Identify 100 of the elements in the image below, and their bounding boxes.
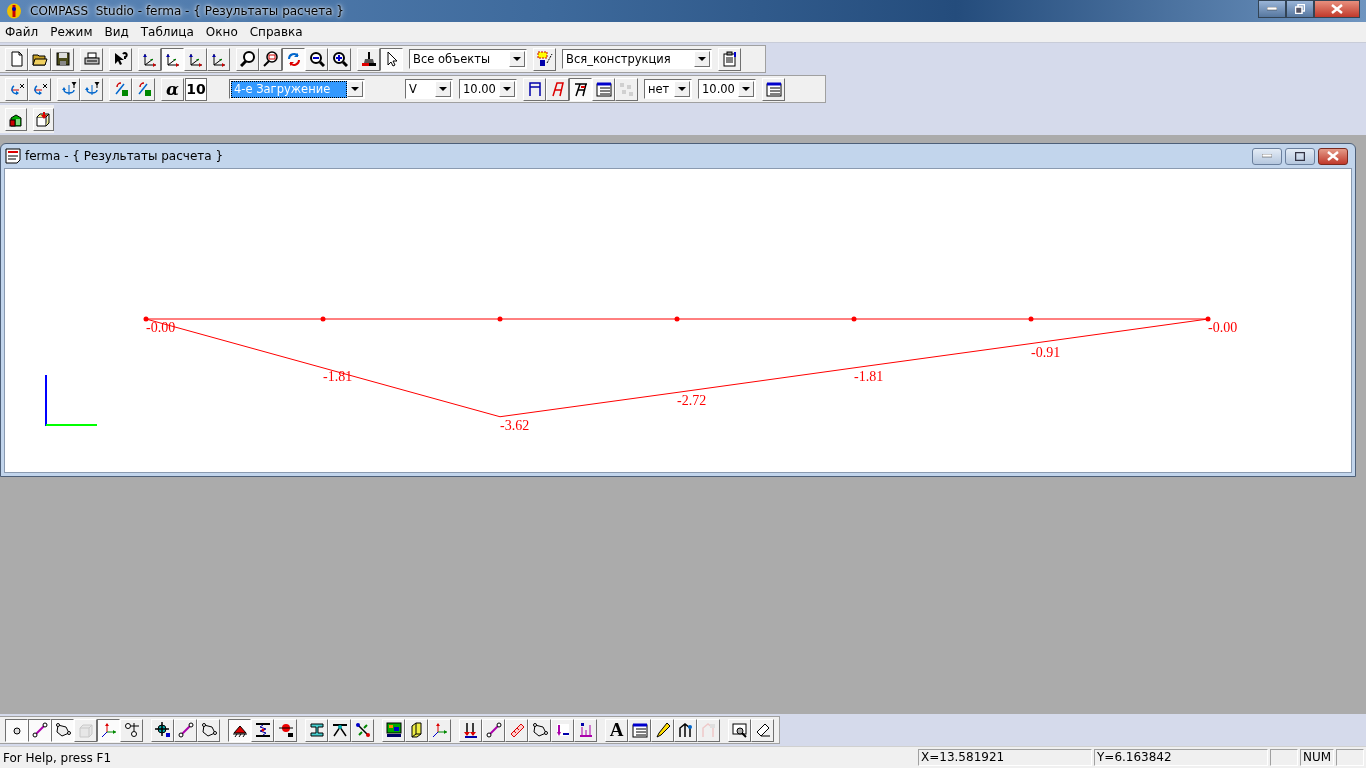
close-icon bbox=[1331, 4, 1343, 14]
ruler-icon bbox=[508, 722, 525, 738]
selection-icon bbox=[536, 51, 553, 67]
node-dot bbox=[1205, 316, 1211, 322]
axes-icon bbox=[100, 722, 117, 738]
window-title: ferma - { Результаты расчета } bbox=[25, 149, 224, 163]
bar-icon bbox=[177, 722, 194, 738]
window-title: COMPASS Studio - ferma - { Результаты расчета } bbox=[30, 4, 344, 18]
minimize-button[interactable] bbox=[1258, 0, 1286, 18]
hinge-icon bbox=[331, 722, 348, 738]
menu-item[interactable]: Вид bbox=[98, 25, 135, 39]
value-label: -1.81 bbox=[323, 368, 353, 384]
restore-button[interactable] bbox=[1286, 0, 1314, 18]
printer-icon bbox=[83, 51, 100, 67]
value-label: -3.62 bbox=[500, 417, 530, 433]
close-button[interactable] bbox=[1318, 147, 1348, 165]
frame-icon bbox=[526, 81, 543, 97]
frame-icon bbox=[700, 722, 717, 738]
maximize-button[interactable] bbox=[1285, 147, 1315, 165]
value-label: -0.91 bbox=[1031, 344, 1061, 360]
angle-button[interactable]: α bbox=[161, 77, 184, 101]
toolbar-button[interactable] bbox=[161, 47, 184, 71]
clipboard-icon bbox=[721, 51, 738, 67]
axis-rotation-icon bbox=[112, 81, 129, 97]
minimize-icon bbox=[1267, 7, 1277, 11]
close-button[interactable] bbox=[1314, 0, 1360, 18]
node-dot bbox=[674, 316, 680, 322]
value-label: -0.00 bbox=[1208, 320, 1238, 335]
toolbar-button[interactable] bbox=[569, 77, 592, 101]
mass-icon bbox=[277, 722, 294, 738]
value-label: -0.00 bbox=[146, 320, 176, 335]
node-dot bbox=[497, 316, 503, 322]
node-dot bbox=[143, 316, 149, 322]
load-chart-icon bbox=[577, 722, 594, 738]
crosshair-icon bbox=[154, 722, 171, 738]
table-icon bbox=[765, 81, 782, 97]
zoom-in-icon bbox=[331, 51, 348, 67]
spring-support-icon bbox=[254, 722, 271, 738]
caret-icon bbox=[351, 87, 359, 91]
toolbar-button[interactable] bbox=[228, 718, 251, 742]
arrow-pointer-icon bbox=[112, 51, 129, 67]
box-icon bbox=[35, 111, 52, 127]
maximize-icon bbox=[1295, 151, 1305, 161]
bar-icon bbox=[31, 722, 48, 738]
eraser-icon bbox=[754, 722, 771, 738]
axes-icon bbox=[187, 51, 204, 67]
menu-item[interactable]: Таблица bbox=[134, 25, 200, 39]
cube-icon bbox=[77, 722, 94, 738]
axes-icon bbox=[210, 51, 227, 67]
units-dropdown[interactable]: нет bbox=[644, 79, 692, 99]
toolbar-button[interactable] bbox=[51, 718, 74, 742]
component-dropdown[interactable]: V bbox=[405, 79, 453, 99]
load-chart-icon bbox=[554, 722, 571, 738]
axis-rotation-icon bbox=[83, 81, 100, 97]
precision-dropdown[interactable]: 10.00 bbox=[698, 79, 756, 99]
value-label: -2.72 bbox=[677, 393, 707, 409]
caret-icon bbox=[503, 87, 511, 91]
scope-dropdown[interactable]: Вся_конструкция bbox=[562, 49, 712, 69]
caret-icon bbox=[678, 87, 686, 91]
restore-icon bbox=[1295, 4, 1305, 14]
node-dot bbox=[1028, 316, 1034, 322]
slanted-frame-icon bbox=[572, 81, 589, 97]
i-beam-icon bbox=[308, 722, 325, 738]
page-icon bbox=[8, 51, 25, 67]
angle-field[interactable]: 10 bbox=[185, 77, 207, 101]
value-label: -1.81 bbox=[854, 368, 884, 384]
menu-item[interactable]: Окно bbox=[199, 25, 244, 39]
axis-rotation-icon bbox=[8, 81, 25, 97]
axes-icon bbox=[141, 51, 158, 67]
menu-item[interactable]: Файл bbox=[0, 25, 45, 39]
menu-item[interactable]: Режим bbox=[44, 25, 99, 39]
toolbar-button[interactable] bbox=[5, 718, 28, 742]
filter-dropdown[interactable]: Все объекты bbox=[409, 49, 527, 69]
scale-dropdown[interactable]: 10.00 bbox=[459, 79, 517, 99]
status-pane bbox=[1270, 749, 1298, 766]
diagonal-arrows-icon bbox=[354, 722, 371, 738]
plate-icon bbox=[531, 722, 548, 738]
toolbar-button[interactable] bbox=[380, 47, 403, 71]
app-logo-icon bbox=[6, 3, 22, 19]
table-icon bbox=[595, 81, 612, 97]
minimize-icon bbox=[1262, 154, 1272, 158]
node-dot bbox=[320, 316, 326, 322]
load-arrows-icon bbox=[462, 722, 479, 738]
document-icon bbox=[5, 148, 21, 164]
axes-icon bbox=[164, 51, 181, 67]
magnifier-icon bbox=[262, 51, 279, 67]
brush-icon bbox=[360, 51, 377, 67]
axes-icon bbox=[431, 722, 448, 738]
text-tool-button[interactable]: A bbox=[605, 718, 628, 742]
frame-icon bbox=[677, 722, 694, 738]
toolbar-button[interactable] bbox=[28, 718, 51, 742]
close-icon bbox=[1327, 151, 1339, 161]
dots-icon bbox=[618, 81, 635, 97]
folder-icon bbox=[31, 51, 48, 67]
node-dot bbox=[851, 316, 857, 322]
menu-item[interactable]: Справка bbox=[243, 25, 309, 39]
status-text: Y=6.163842 bbox=[1094, 749, 1268, 766]
zoom-out-icon bbox=[308, 51, 325, 67]
axis-rotation-icon bbox=[135, 81, 152, 97]
status-text: NUM bbox=[1300, 749, 1334, 766]
